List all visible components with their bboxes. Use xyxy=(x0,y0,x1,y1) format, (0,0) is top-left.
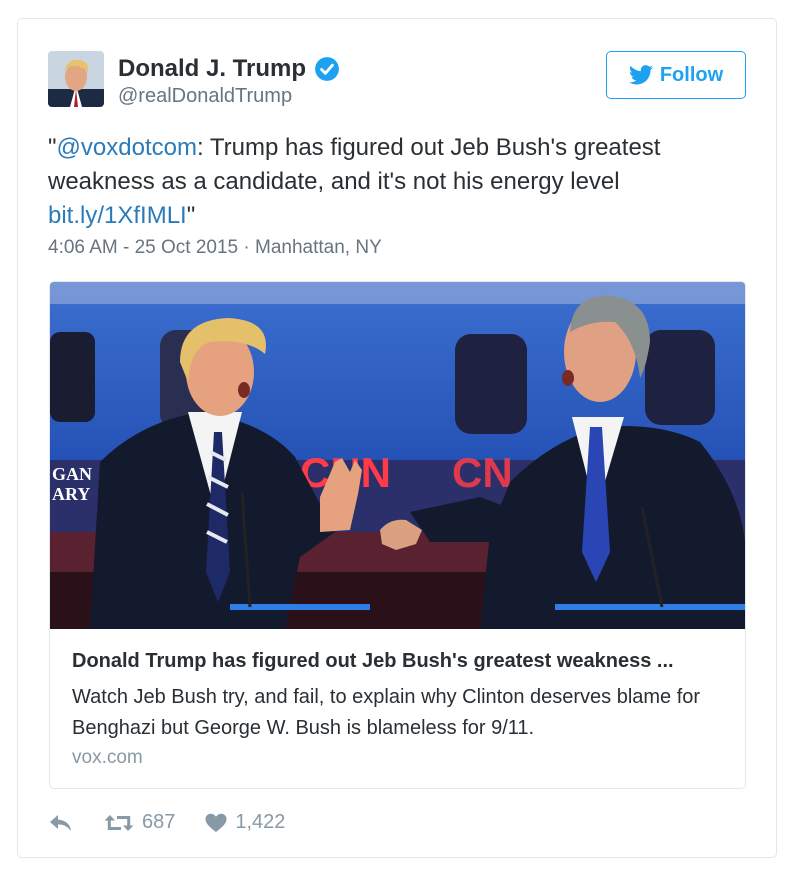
tweet-card: Donald J. Trump @realDonaldTrump Follow … xyxy=(17,18,777,858)
tweet-actions: 687 1,422 xyxy=(48,811,285,834)
verified-badge-icon xyxy=(315,57,339,81)
follow-button[interactable]: Follow xyxy=(606,51,746,99)
reply-button[interactable] xyxy=(48,813,74,833)
svg-text:CN: CN xyxy=(452,449,513,496)
meta-separator: · xyxy=(238,237,256,258)
like-count: 1,422 xyxy=(235,811,286,833)
like-button[interactable]: 1,422 xyxy=(205,811,285,834)
author-handle[interactable]: @realDonaldTrump xyxy=(118,85,292,108)
left-sign-1: GAN xyxy=(52,464,92,484)
card-title[interactable]: Donald Trump has figured out Jeb Bush's … xyxy=(72,650,732,673)
card-domain: vox.com xyxy=(72,747,143,768)
link-card[interactable]: CNN CN GAN ARY xyxy=(49,281,746,789)
avatar[interactable] xyxy=(48,51,104,107)
twitter-bird-icon xyxy=(628,65,653,85)
left-sign-2: ARY xyxy=(52,484,90,504)
card-description: Watch Jeb Bush try, and fail, to explain… xyxy=(72,686,701,739)
heart-icon xyxy=(205,813,227,832)
retweet-button[interactable]: 687 xyxy=(104,811,175,834)
tweet-text: "@voxdotcom: Trump has figured out Jeb B… xyxy=(48,131,738,233)
timestamp[interactable]: 4:06 AM - 25 Oct 2015 xyxy=(48,237,238,258)
reply-icon xyxy=(50,814,71,831)
quote-open: " xyxy=(48,134,57,161)
follow-button-label: Follow xyxy=(659,63,724,86)
card-image: CNN CN GAN ARY xyxy=(50,282,745,629)
tweet-meta: 4:06 AM - 25 Oct 2015 · Manhattan, NY xyxy=(48,237,382,259)
retweet-count: 687 xyxy=(142,811,176,833)
retweet-icon xyxy=(104,814,134,831)
location[interactable]: Manhattan, NY xyxy=(255,237,382,258)
short-link[interactable]: bit.ly/1XfIMLI xyxy=(48,202,187,229)
author-name[interactable]: Donald J. Trump xyxy=(118,55,306,83)
mention-link[interactable]: @voxdotcom xyxy=(57,134,197,161)
quote-close: " xyxy=(186,202,196,229)
